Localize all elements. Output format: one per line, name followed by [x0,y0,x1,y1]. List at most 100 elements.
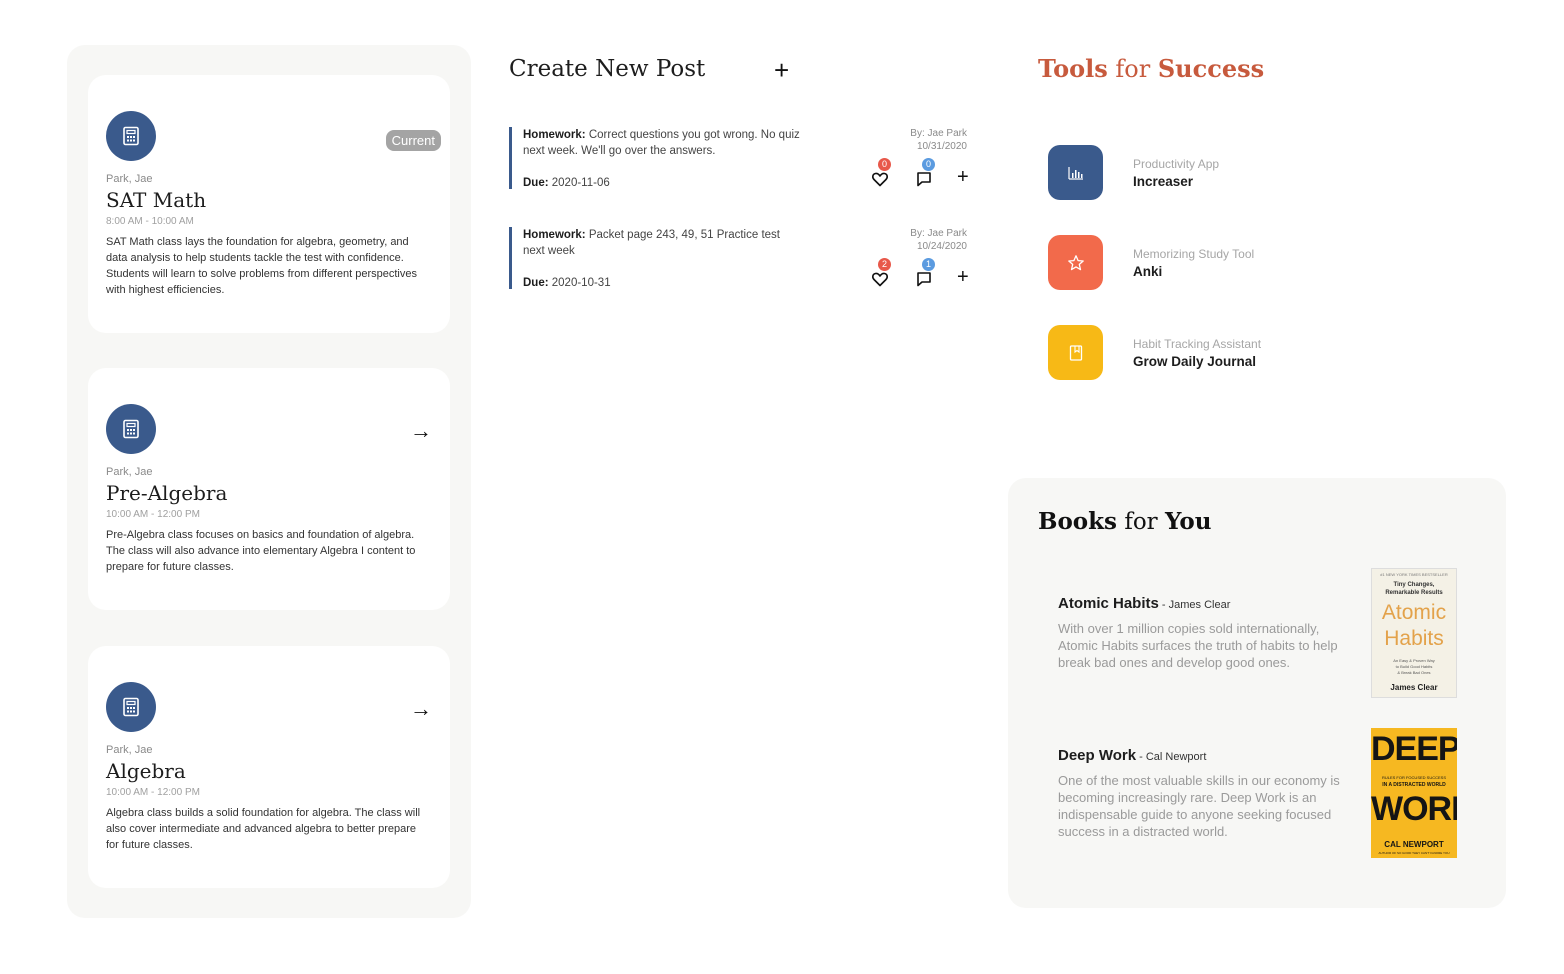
post-date: 10/24/2020 [916,241,967,252]
post-body: Homework: Correct questions you got wron… [523,127,803,159]
tool-name: Grow Daily Journal [1133,354,1257,369]
class-time: 8:00 AM - 10:00 AM [106,216,194,227]
cover-title-word: DEEP [1371,730,1457,768]
like-button[interactable]: 0 [870,158,891,189]
arrow-right-icon[interactable]: → [410,698,432,720]
class-teacher: Park, Jae [106,744,153,756]
class-time: 10:00 AM - 12:00 PM [106,787,200,798]
post-meta: By: Jae Park 10/31/2020 [862,127,967,153]
post-due-date: 2020-11-06 [551,177,610,189]
book-item-deep-work[interactable]: Deep Work - Cal Newport One of the most … [1058,728,1458,877]
heart-icon [872,272,888,287]
tools-title-word: Success [1157,54,1265,83]
cover-text: IN A DISTRACTED WORLD [1382,782,1446,788]
class-card-algebra[interactable]: → Park, Jae Algebra 10:00 AM - 12:00 PM … [88,646,450,888]
plus-icon[interactable]: + [774,57,789,83]
tool-item-anki[interactable]: Memorizing Study Tool Anki [1048,235,1348,291]
class-title: SAT Math [106,188,207,212]
class-description: SAT Math class lays the foundation for a… [106,236,417,296]
post-due-label: Due: [523,277,549,289]
post-author: By: Jae Park [910,128,967,139]
cover-text: AUTHOR OF SO GOOD THEY CAN'T IGNORE YOU [1378,851,1450,855]
comment-icon [917,172,931,187]
class-time: 10:00 AM - 12:00 PM [106,509,200,520]
tool-category: Habit Tracking Assistant [1133,337,1262,351]
book-cover-atomic-habits: #1 NEW YORK TIMES BESTSELLER Tiny Change… [1371,568,1457,698]
book-title: Deep Work [1058,747,1137,764]
book-heading: Atomic Habits - James Clear [1058,595,1230,613]
book-description: One of the most valuable skills in our e… [1058,773,1340,839]
post-item: Homework: Correct questions you got wron… [509,127,989,189]
book-description: With over 1 million copies sold internat… [1058,621,1338,670]
plus-icon[interactable]: + [957,267,969,287]
class-description: Pre-Algebra class focuses on basics and … [106,529,416,573]
calculator-icon [106,111,156,161]
book-title: Atomic Habits [1058,595,1159,612]
class-list-panel: Current Park, Jae SAT Math 8:00 AM - 10:… [67,45,471,918]
heart-icon [872,172,888,187]
comment-count: 1 [922,258,935,271]
calculator-icon [106,682,156,732]
post-due-label: Due: [523,177,549,189]
plus-icon[interactable]: + [957,167,969,187]
tool-name: Increaser [1133,174,1194,189]
book-author: - Cal Newport [1136,751,1207,763]
cover-author: James Clear [1390,683,1438,692]
tool-name: Anki [1133,264,1163,279]
post-meta: By: Jae Park 10/24/2020 [862,227,967,253]
cover-text: to Build Good Habits [1395,664,1433,669]
class-card-pre-algebra[interactable]: → Park, Jae Pre-Algebra 10:00 AM - 12:00… [88,368,450,610]
class-title: Algebra [106,759,186,783]
cover-text: An Easy & Proven Way [1393,658,1435,663]
class-title: Pre-Algebra [106,481,228,505]
current-badge: Current [385,130,441,151]
book-author: - James Clear [1158,599,1231,611]
cover-title-word: Habits [1384,627,1444,650]
books-panel: Books for You Atomic Habits - James Clea… [1008,478,1506,908]
cover-text: & Break Bad Ones [1397,670,1431,675]
post-due-date: 2020-10-31 [551,277,611,289]
tools-title-joiner: for [1107,55,1158,83]
like-button[interactable]: 2 [870,258,891,289]
cover-title-word: WORK [1371,790,1457,828]
class-teacher: Park, Jae [106,173,153,185]
cover-text: RULES FOR FOCUSED SUCCESS [1381,775,1446,780]
cover-text: #1 NEW YORK TIMES BESTSELLER [1380,572,1448,577]
cover-text: Tiny Changes, [1393,582,1435,588]
tools-title: Tools for Success [1038,54,1264,83]
cover-author: CAL NEWPORT [1384,840,1444,849]
journal-icon [1048,325,1103,380]
post-author: By: Jae Park [910,228,967,239]
books-title-joiner: for [1117,509,1165,535]
comment-button[interactable]: 1 [914,258,935,289]
cover-text: Remarkable Results [1385,590,1443,596]
post-due: Due: 2020-11-06 [523,177,610,189]
tool-item-increaser[interactable]: Productivity App Increaser [1048,145,1348,201]
post-type-label: Homework: [523,129,586,141]
post-body: Homework: Packet page 243, 49, 51 Practi… [523,227,803,259]
star-icon [1048,235,1103,290]
post-date: 10/31/2020 [916,141,967,152]
like-count: 2 [878,258,891,271]
bar-chart-icon [1048,145,1103,200]
tool-item-grow-daily-journal[interactable]: Habit Tracking Assistant Grow Daily Jour… [1048,325,1348,381]
post-item: Homework: Packet page 243, 49, 51 Practi… [509,227,989,289]
calculator-icon [106,404,156,454]
arrow-right-icon[interactable]: → [410,420,432,442]
books-title: Books for You [1038,508,1211,535]
book-cover-deep-work: DEEP RULES FOR FOCUSED SUCCESS IN A DIST… [1371,728,1457,858]
book-heading: Deep Work - Cal Newport [1058,747,1206,765]
cover-title-word: Atomic [1381,601,1447,624]
create-post-title: Create New Post [509,56,706,82]
comment-icon [917,272,931,287]
books-title-word: Books [1038,508,1118,535]
books-title-word: You [1165,508,1212,535]
post-type-label: Homework: [523,229,586,241]
like-count: 0 [878,158,891,171]
class-card-sat-math[interactable]: Current Park, Jae SAT Math 8:00 AM - 10:… [88,75,450,333]
comment-button[interactable]: 0 [914,158,935,189]
tools-title-word: Tools [1038,54,1108,83]
book-item-atomic-habits[interactable]: Atomic Habits - James Clear With over 1 … [1058,568,1458,725]
tool-category: Memorizing Study Tool [1133,247,1255,261]
comment-count: 0 [922,158,935,171]
